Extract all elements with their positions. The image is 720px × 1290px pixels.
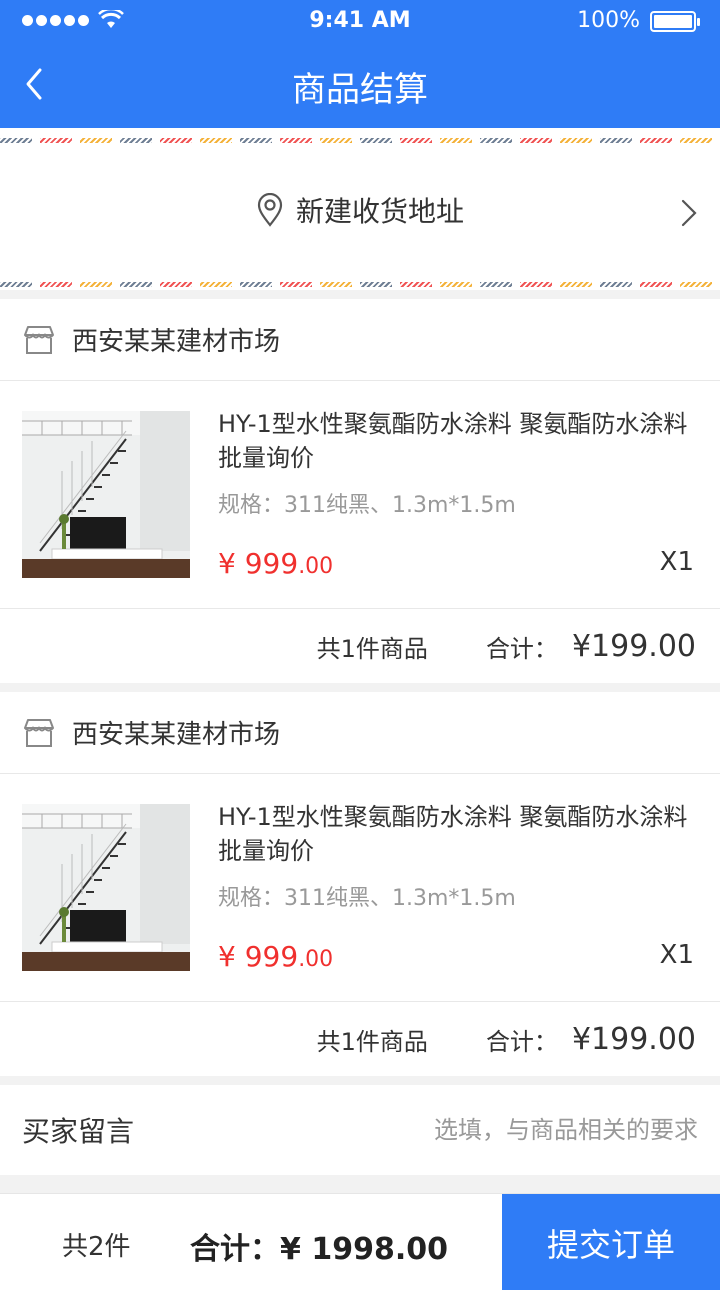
battery-icon xyxy=(650,11,700,32)
new-address-row[interactable]: 新建收货地址 xyxy=(0,128,720,290)
buyer-message-input[interactable] xyxy=(298,1116,698,1144)
shop-header[interactable]: 西安某某建材市场 xyxy=(0,299,720,381)
order-summary: 共1件商品 合计： ¥199.00 xyxy=(0,1002,720,1076)
price-symbol: ¥ xyxy=(218,940,236,973)
product-price: ¥ 999.00 xyxy=(218,940,333,973)
order-total-value: ¥199.00 xyxy=(571,1021,696,1057)
product-image xyxy=(22,804,190,971)
price-integer: 999 xyxy=(244,547,299,580)
product-quantity: X1 xyxy=(659,547,694,577)
order-total-value: ¥199.00 xyxy=(571,628,696,664)
shop-name: 西安某某建材市场 xyxy=(72,720,281,750)
product-item[interactable]: HY-1型水性聚氨酯防水涂料 聚氨酯防水涂料批量询价 规格：311纯黑、1.3m… xyxy=(0,381,720,609)
order-item-count: 共1件商品 xyxy=(316,634,428,663)
page-title: 商品结算 xyxy=(292,70,428,110)
order-summary: 共1件商品 合计： ¥199.00 xyxy=(0,609,720,683)
product-title: HY-1型水性聚氨酯防水涂料 聚氨酯防水涂料批量询价 xyxy=(218,803,688,865)
price-symbol: ¥ xyxy=(218,547,236,580)
order-card: 西安某某建材市场 HY-1型水性聚氨酯防水涂料 聚氨酯防水涂料批量询价 规格：3… xyxy=(0,692,720,1076)
grand-total: 合计：¥ 1998.00 xyxy=(190,1232,448,1267)
airmail-stripe-top xyxy=(0,138,720,143)
new-address-label: 新建收货地址 xyxy=(295,195,464,228)
total-item-count: 共2件 xyxy=(62,1232,131,1262)
product-quantity: X1 xyxy=(659,940,694,970)
price-integer: 999 xyxy=(244,940,299,973)
order-card: 西安某某建材市场 HY-1型水性聚氨酯防水涂料 聚氨酯防水涂料批量询价 规格：3… xyxy=(0,299,720,683)
price-decimal: .00 xyxy=(298,947,334,972)
product-title: HY-1型水性聚氨酯防水涂料 聚氨酯防水涂料批量询价 xyxy=(218,410,688,472)
product-spec: 规格：311纯黑、1.3m*1.5m xyxy=(218,493,516,518)
product-spec: 规格：311纯黑、1.3m*1.5m xyxy=(218,886,516,911)
product-price: ¥ 999.00 xyxy=(218,547,333,580)
status-bar: 9:41 AM 100% xyxy=(0,0,720,42)
location-pin-icon xyxy=(257,193,283,227)
buyer-message-row: 买家留言 xyxy=(0,1085,720,1175)
shop-header[interactable]: 西安某某建材市场 xyxy=(0,692,720,774)
airmail-stripe-bottom xyxy=(0,282,720,287)
store-icon xyxy=(24,718,54,747)
battery-percent: 100% xyxy=(577,8,640,33)
top-bar: 9:41 AM 100% 商品结算 xyxy=(0,0,720,128)
store-icon xyxy=(24,325,54,354)
product-item[interactable]: HY-1型水性聚氨酯防水涂料 聚氨酯防水涂料批量询价 规格：311纯黑、1.3m… xyxy=(0,774,720,1002)
order-item-count: 共1件商品 xyxy=(316,1027,428,1056)
buyer-message-label: 买家留言 xyxy=(22,1115,135,1148)
order-total-label: 合计： xyxy=(485,634,558,663)
shop-name: 西安某某建材市场 xyxy=(72,327,281,357)
order-total-label: 合计： xyxy=(485,1027,558,1056)
product-image xyxy=(22,411,190,578)
submit-order-button[interactable]: 提交订单 xyxy=(502,1194,720,1290)
price-decimal: .00 xyxy=(298,554,334,579)
checkout-bar: 共2件 合计：¥ 1998.00 提交订单 xyxy=(0,1193,720,1290)
chevron-right-icon xyxy=(681,199,697,227)
